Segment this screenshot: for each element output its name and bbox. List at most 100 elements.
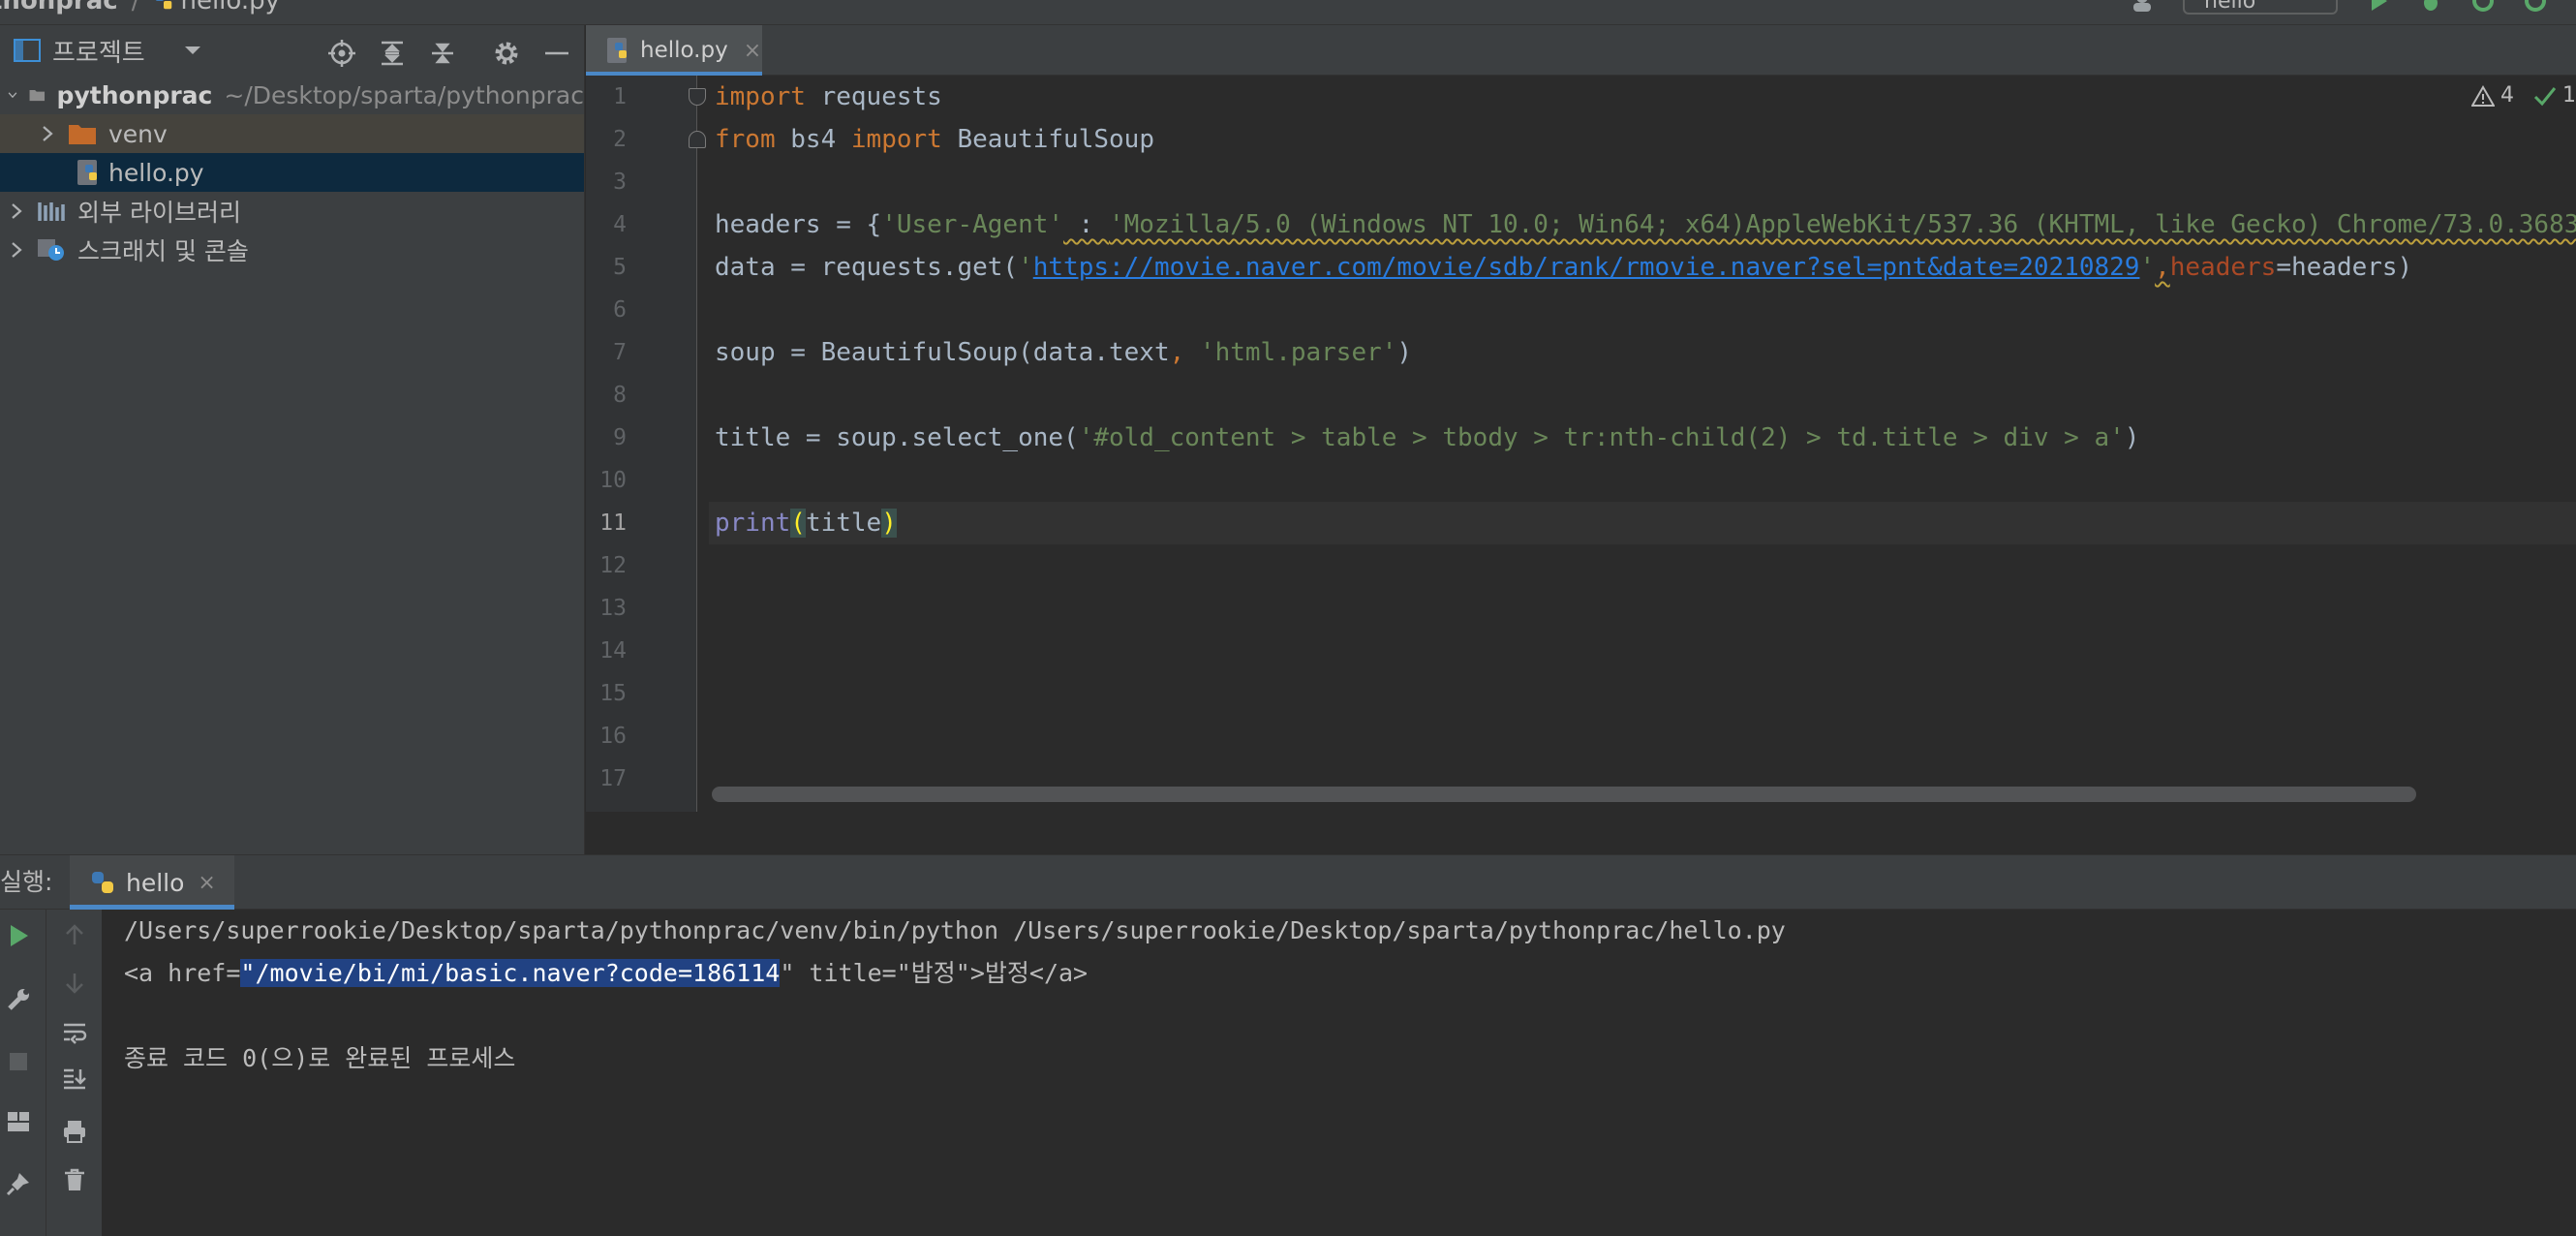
python-icon — [92, 872, 113, 893]
string-quote: ' — [2139, 253, 2156, 282]
profile-icon[interactable] — [2524, 0, 2547, 13]
code-line-5[interactable]: data = requests.get('https://movie.naver… — [709, 246, 2576, 289]
run-icon[interactable] — [2367, 0, 2390, 13]
chevron-right-icon[interactable] — [8, 202, 25, 220]
run-configuration-label: hello — [2204, 0, 2256, 14]
horizontal-scrollbar-thumb[interactable] — [712, 787, 2416, 802]
tree-item-scratches[interactable]: 스크래치 및 콘솔 — [0, 231, 584, 269]
chevron-down-icon[interactable] — [8, 86, 17, 104]
run-tool-window-header: 실행: hello × — [0, 855, 2576, 910]
code-line-9[interactable]: title = soup.select_one('#old_content > … — [709, 417, 2576, 459]
url-link[interactable]: https://movie.naver.com/movie/sdb/rank/r… — [1033, 253, 2140, 282]
layout-icon[interactable] — [6, 1109, 31, 1134]
code-line-12[interactable] — [709, 544, 2576, 587]
folder-icon — [29, 90, 45, 102]
wrench-icon[interactable] — [6, 987, 31, 1012]
code-line-10[interactable] — [709, 459, 2576, 502]
arrow-down-icon[interactable] — [62, 970, 87, 995]
run-tab-hello[interactable]: hello × — [70, 855, 234, 910]
stop-icon[interactable] — [6, 1049, 31, 1074]
gear-icon[interactable] — [492, 39, 521, 68]
code-line-8[interactable] — [709, 374, 2576, 417]
line-number: 12 — [599, 553, 627, 578]
console-line-output: <a href="/movie/bi/mi/basic.naver?code=1… — [124, 952, 1088, 995]
line-number: 14 — [599, 638, 627, 664]
code-editor[interactable]: import requests from bs4 import Beautifu… — [709, 76, 2576, 812]
run-configuration-selector[interactable]: hello — [2183, 0, 2338, 15]
scroll-end-icon[interactable] — [62, 1066, 87, 1092]
tree-item-label: 스크래치 및 콘솔 — [77, 237, 249, 265]
line-number: 1 — [613, 84, 627, 109]
line-number: 4 — [613, 212, 627, 237]
code-line-7[interactable]: soup = BeautifulSoup(data.text, 'html.pa… — [709, 331, 2576, 374]
chevron-right-icon[interactable] — [39, 125, 56, 142]
keyword: from — [715, 125, 776, 154]
tab-hello-py[interactable]: hello.py × — [586, 25, 762, 76]
inspection-widget[interactable]: 4 1 — [2471, 83, 2576, 108]
project-window-icon — [14, 39, 41, 62]
soft-wrap-icon[interactable] — [62, 1020, 87, 1045]
chevron-down-icon[interactable] — [184, 45, 201, 56]
rerun-icon[interactable] — [6, 923, 31, 948]
string-literal: 'html.parser' — [1199, 338, 1397, 367]
console-text: <a href= — [124, 959, 241, 987]
tree-item-external-libraries[interactable]: 외부 라이브러리 — [0, 192, 584, 231]
code-text: data = requests.get( — [715, 253, 1019, 282]
python-file-icon — [77, 160, 97, 185]
code-line-15[interactable] — [709, 672, 2576, 715]
arrow-up-icon[interactable] — [62, 923, 87, 948]
minimize-icon[interactable] — [542, 39, 571, 68]
collapse-all-icon[interactable] — [428, 39, 457, 68]
string-literal: '#old_content > table > tbody > tr:nth-c… — [1078, 423, 2125, 452]
code-line-11-current[interactable]: print(title) — [709, 502, 2576, 544]
builtin-function: print — [715, 509, 791, 538]
fold-marker-icon[interactable] — [689, 88, 706, 106]
expand-all-icon[interactable] — [378, 39, 407, 68]
line-number: 5 — [613, 255, 627, 280]
python-file-icon — [607, 38, 627, 63]
console-output[interactable]: /Users/superrookie/Desktop/sparta/python… — [124, 910, 2576, 1236]
code-line-4[interactable]: headers = {'User-Agent' : 'Mozilla/5.0 (… — [709, 203, 2576, 246]
project-panel-title[interactable]: 프로젝트 — [52, 33, 145, 69]
breadcrumb-file[interactable]: hello.py — [180, 0, 280, 15]
run-actions-toolbar — [0, 910, 46, 1236]
line-number: 2 — [613, 127, 627, 152]
string-quote: ' — [1018, 253, 1033, 282]
close-icon[interactable]: × — [198, 871, 215, 895]
code-line-6[interactable] — [709, 289, 2576, 331]
coverage-icon[interactable] — [2471, 0, 2495, 13]
warning-count: 4 — [2500, 83, 2514, 108]
code-line-16[interactable] — [709, 715, 2576, 757]
check-icon — [2533, 86, 2557, 106]
folder-icon — [69, 125, 96, 144]
code-line-2[interactable]: from bs4 import BeautifulSoup — [709, 118, 2576, 161]
tree-item-venv[interactable]: venv — [0, 114, 584, 153]
line-number: 13 — [599, 596, 627, 621]
fold-marker-icon[interactable] — [689, 131, 706, 148]
string-literal: 'User-Agent' — [881, 210, 1064, 239]
pin-icon[interactable] — [6, 1171, 31, 1196]
tree-item-hello-py[interactable]: hello.py — [0, 153, 584, 192]
line-number: 7 — [613, 340, 627, 365]
line-number: 10 — [599, 468, 627, 493]
line-number: 8 — [613, 383, 627, 408]
code-text: requests — [805, 82, 942, 111]
code-line-1[interactable]: import requests — [709, 76, 2576, 118]
code-line-13[interactable] — [709, 587, 2576, 630]
breadcrumb: thonprac / hello.py — [0, 0, 280, 15]
chevron-right-icon[interactable] — [8, 241, 25, 259]
debug-icon[interactable] — [2419, 0, 2442, 13]
code-text: BeautifulSoup — [941, 125, 1154, 154]
code-text: ) — [1396, 338, 1413, 367]
console-toolbar — [46, 910, 103, 1236]
locate-icon[interactable] — [327, 39, 356, 68]
string-literal: 'Mozilla/5.0 (Windows NT 10.0; Win64; x6… — [1109, 210, 2576, 239]
code-line-14[interactable] — [709, 630, 2576, 672]
tree-item-project-root[interactable]: pythonprac ~/Desktop/sparta/pythonprac — [0, 76, 584, 114]
code-line-3[interactable] — [709, 161, 2576, 203]
trash-icon[interactable] — [62, 1167, 87, 1192]
breadcrumb-project[interactable]: thonprac — [0, 0, 118, 15]
close-icon[interactable]: × — [744, 39, 761, 63]
print-icon[interactable] — [62, 1119, 87, 1144]
user-icon[interactable] — [2131, 0, 2154, 13]
